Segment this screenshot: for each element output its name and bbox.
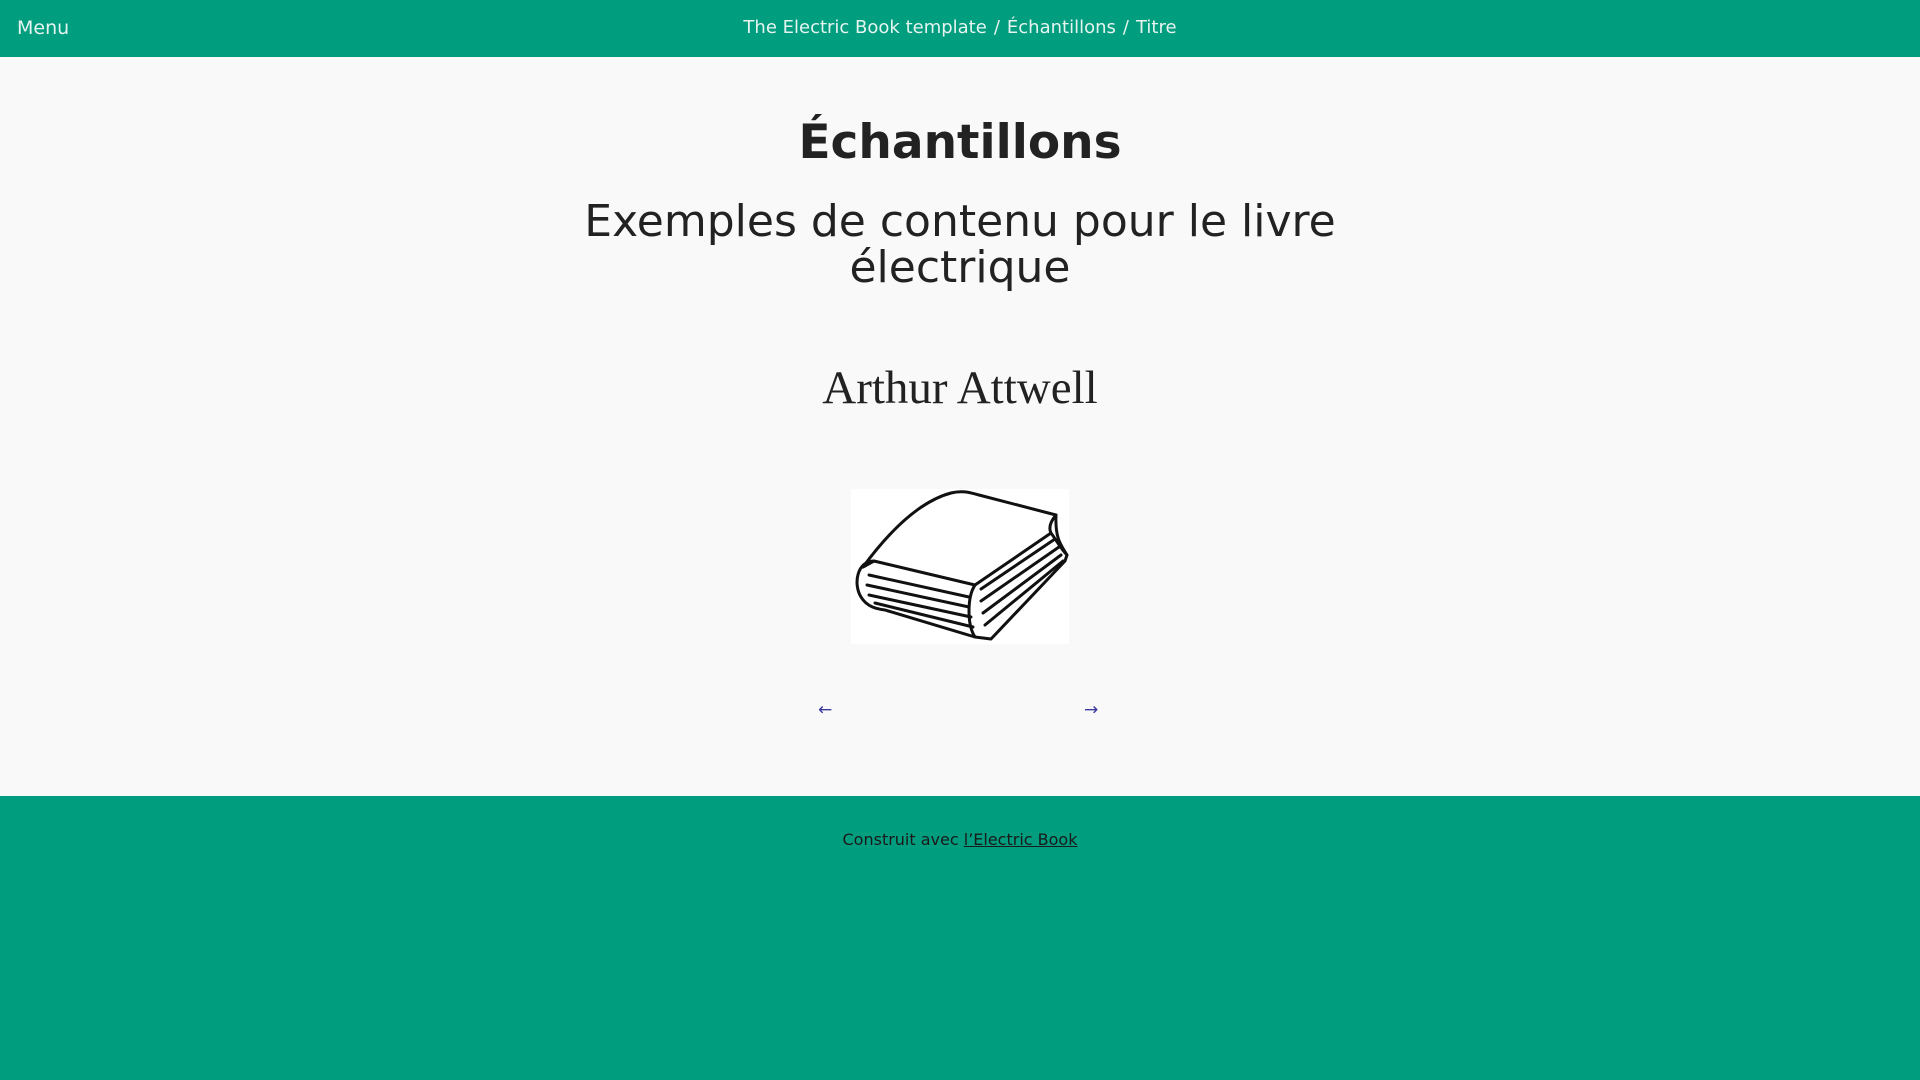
book-icon xyxy=(855,490,1069,641)
electric-book-link[interactable]: l’Electric Book xyxy=(964,830,1078,849)
breadcrumb-section-link[interactable]: Échantillons xyxy=(1007,17,1116,38)
breadcrumb: The Electric Book template / Échantillons /… xyxy=(0,16,1920,40)
next-page-link[interactable]: → xyxy=(1084,700,1098,720)
breadcrumb-page-link[interactable]: Titre xyxy=(1136,17,1177,38)
main-content: Échantillons Exemples de contenu pour le… xyxy=(0,57,1920,796)
page-subtitle: Exemples de contenu pour le livre électr… xyxy=(584,196,1336,293)
breadcrumb-separator: / xyxy=(1122,17,1129,38)
breadcrumb-book-link[interactable]: The Electric Book template xyxy=(743,17,986,38)
top-bar: Menu The Electric Book template / Échantil… xyxy=(0,0,1920,57)
page-title: Échantillons xyxy=(798,115,1122,170)
footer: Construit avec l’Electric Book xyxy=(0,796,1920,1080)
breadcrumb-separator: / xyxy=(993,17,1000,38)
footer-credit-text: Construit avec xyxy=(842,830,959,849)
footer-credit: Construit avec l’Electric Book xyxy=(0,830,1920,850)
book-cover-image xyxy=(851,489,1069,644)
author-name: Arthur Attwell xyxy=(822,362,1098,414)
previous-page-link[interactable]: ← xyxy=(818,700,832,720)
